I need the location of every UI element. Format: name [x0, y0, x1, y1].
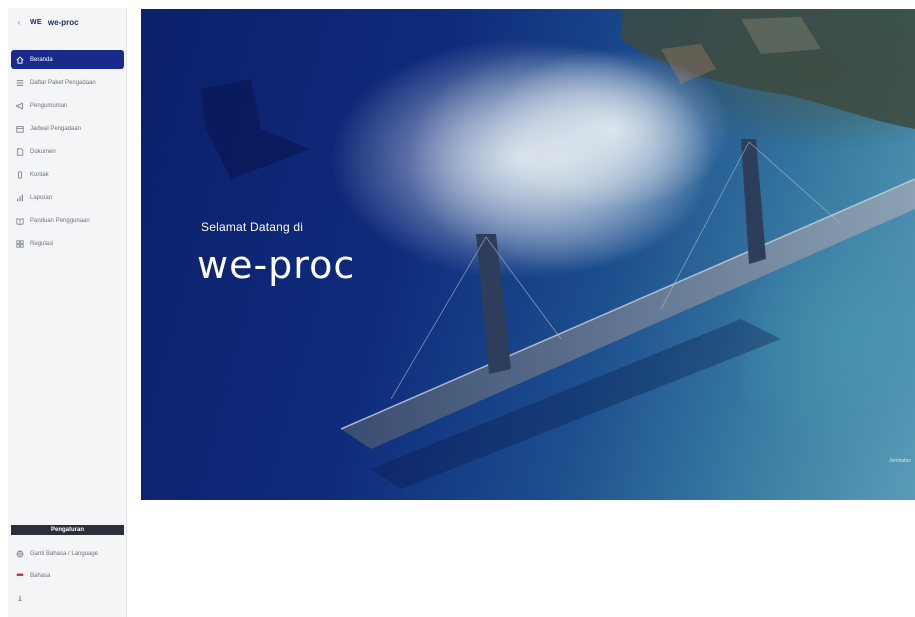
sidebar-item-label: Bahasa — [30, 573, 51, 579]
sidebar-item-label: Pengumuman — [30, 102, 68, 109]
sidebar-item-label: Beranda — [30, 56, 53, 63]
info-icon — [16, 594, 24, 602]
sidebar-item-label: Ganti Bahasa / Language — [30, 551, 99, 557]
settings-menu: Ganti Bahasa / Language Bahasa — [11, 546, 124, 612]
settings-section-title: Pengaturan — [11, 525, 124, 535]
calendar-icon — [16, 125, 24, 133]
sidebar-item-label: Laporan — [30, 194, 53, 201]
brand-name[interactable]: we-proc — [48, 18, 79, 27]
sidebar-item-bahasa[interactable]: Bahasa — [11, 568, 124, 584]
sidebar-item-label: Kontak — [30, 171, 49, 178]
sidebar-item-dokumen[interactable]: Dokumen — [11, 142, 124, 161]
sidebar-item-pengumuman[interactable]: Pengumuman — [11, 96, 124, 115]
sidebar-item-daftar-paket[interactable]: Daftar Paket Pengadaan — [11, 73, 124, 92]
brand-logo[interactable]: WE — [30, 19, 42, 26]
hero-wordmark: we-proc — [197, 243, 356, 287]
sidebar-item-beranda[interactable]: Beranda — [11, 50, 124, 69]
sidebar-item-kontak[interactable]: Kontak — [11, 165, 124, 184]
sidebar-item-label: Dokumen — [30, 148, 56, 155]
megaphone-icon — [16, 101, 24, 110]
sidebar-item-panduan[interactable]: Panduan Penggunaan — [11, 211, 124, 230]
collapse-sidebar-icon[interactable]: ‹ — [14, 18, 24, 27]
image-credit: Jembatan — [889, 458, 911, 464]
sidebar-item-jadwal[interactable]: Jadwal Pengadaan — [11, 119, 124, 138]
flag-icon — [16, 572, 24, 580]
book-icon — [16, 217, 24, 225]
hero-banner: Selamat Datang di we-proc Jembatan — [141, 9, 915, 500]
sidebar-item-laporan[interactable]: Laporan — [11, 188, 124, 207]
sidebar-item-label: Jadwal Pengadaan — [30, 125, 82, 132]
sidebar-menu: Beranda Daftar Paket Pengadaan Pengumuma… — [11, 50, 124, 257]
sidebar: ‹ WE we-proc Beranda Daftar Paket Pengad… — [8, 8, 127, 617]
phone-icon — [16, 170, 24, 179]
chart-icon — [16, 194, 24, 202]
sidebar-item-label: Regulasi — [30, 240, 54, 247]
sidebar-item-label: Daftar Paket Pengadaan — [30, 79, 96, 86]
sidebar-item-info[interactable] — [11, 590, 124, 606]
welcome-text: Selamat Datang di — [201, 220, 304, 234]
language-icon — [16, 550, 24, 558]
home-icon — [16, 56, 24, 64]
grid-icon — [16, 239, 24, 248]
sidebar-item-regulasi[interactable]: Regulasi — [11, 234, 124, 253]
list-icon — [16, 79, 24, 87]
sidebar-item-label: Panduan Penggunaan — [30, 217, 90, 224]
sidebar-item-language[interactable]: Ganti Bahasa / Language — [11, 546, 124, 562]
sidebar-header: ‹ WE we-proc — [8, 8, 127, 36]
document-icon — [16, 147, 24, 156]
